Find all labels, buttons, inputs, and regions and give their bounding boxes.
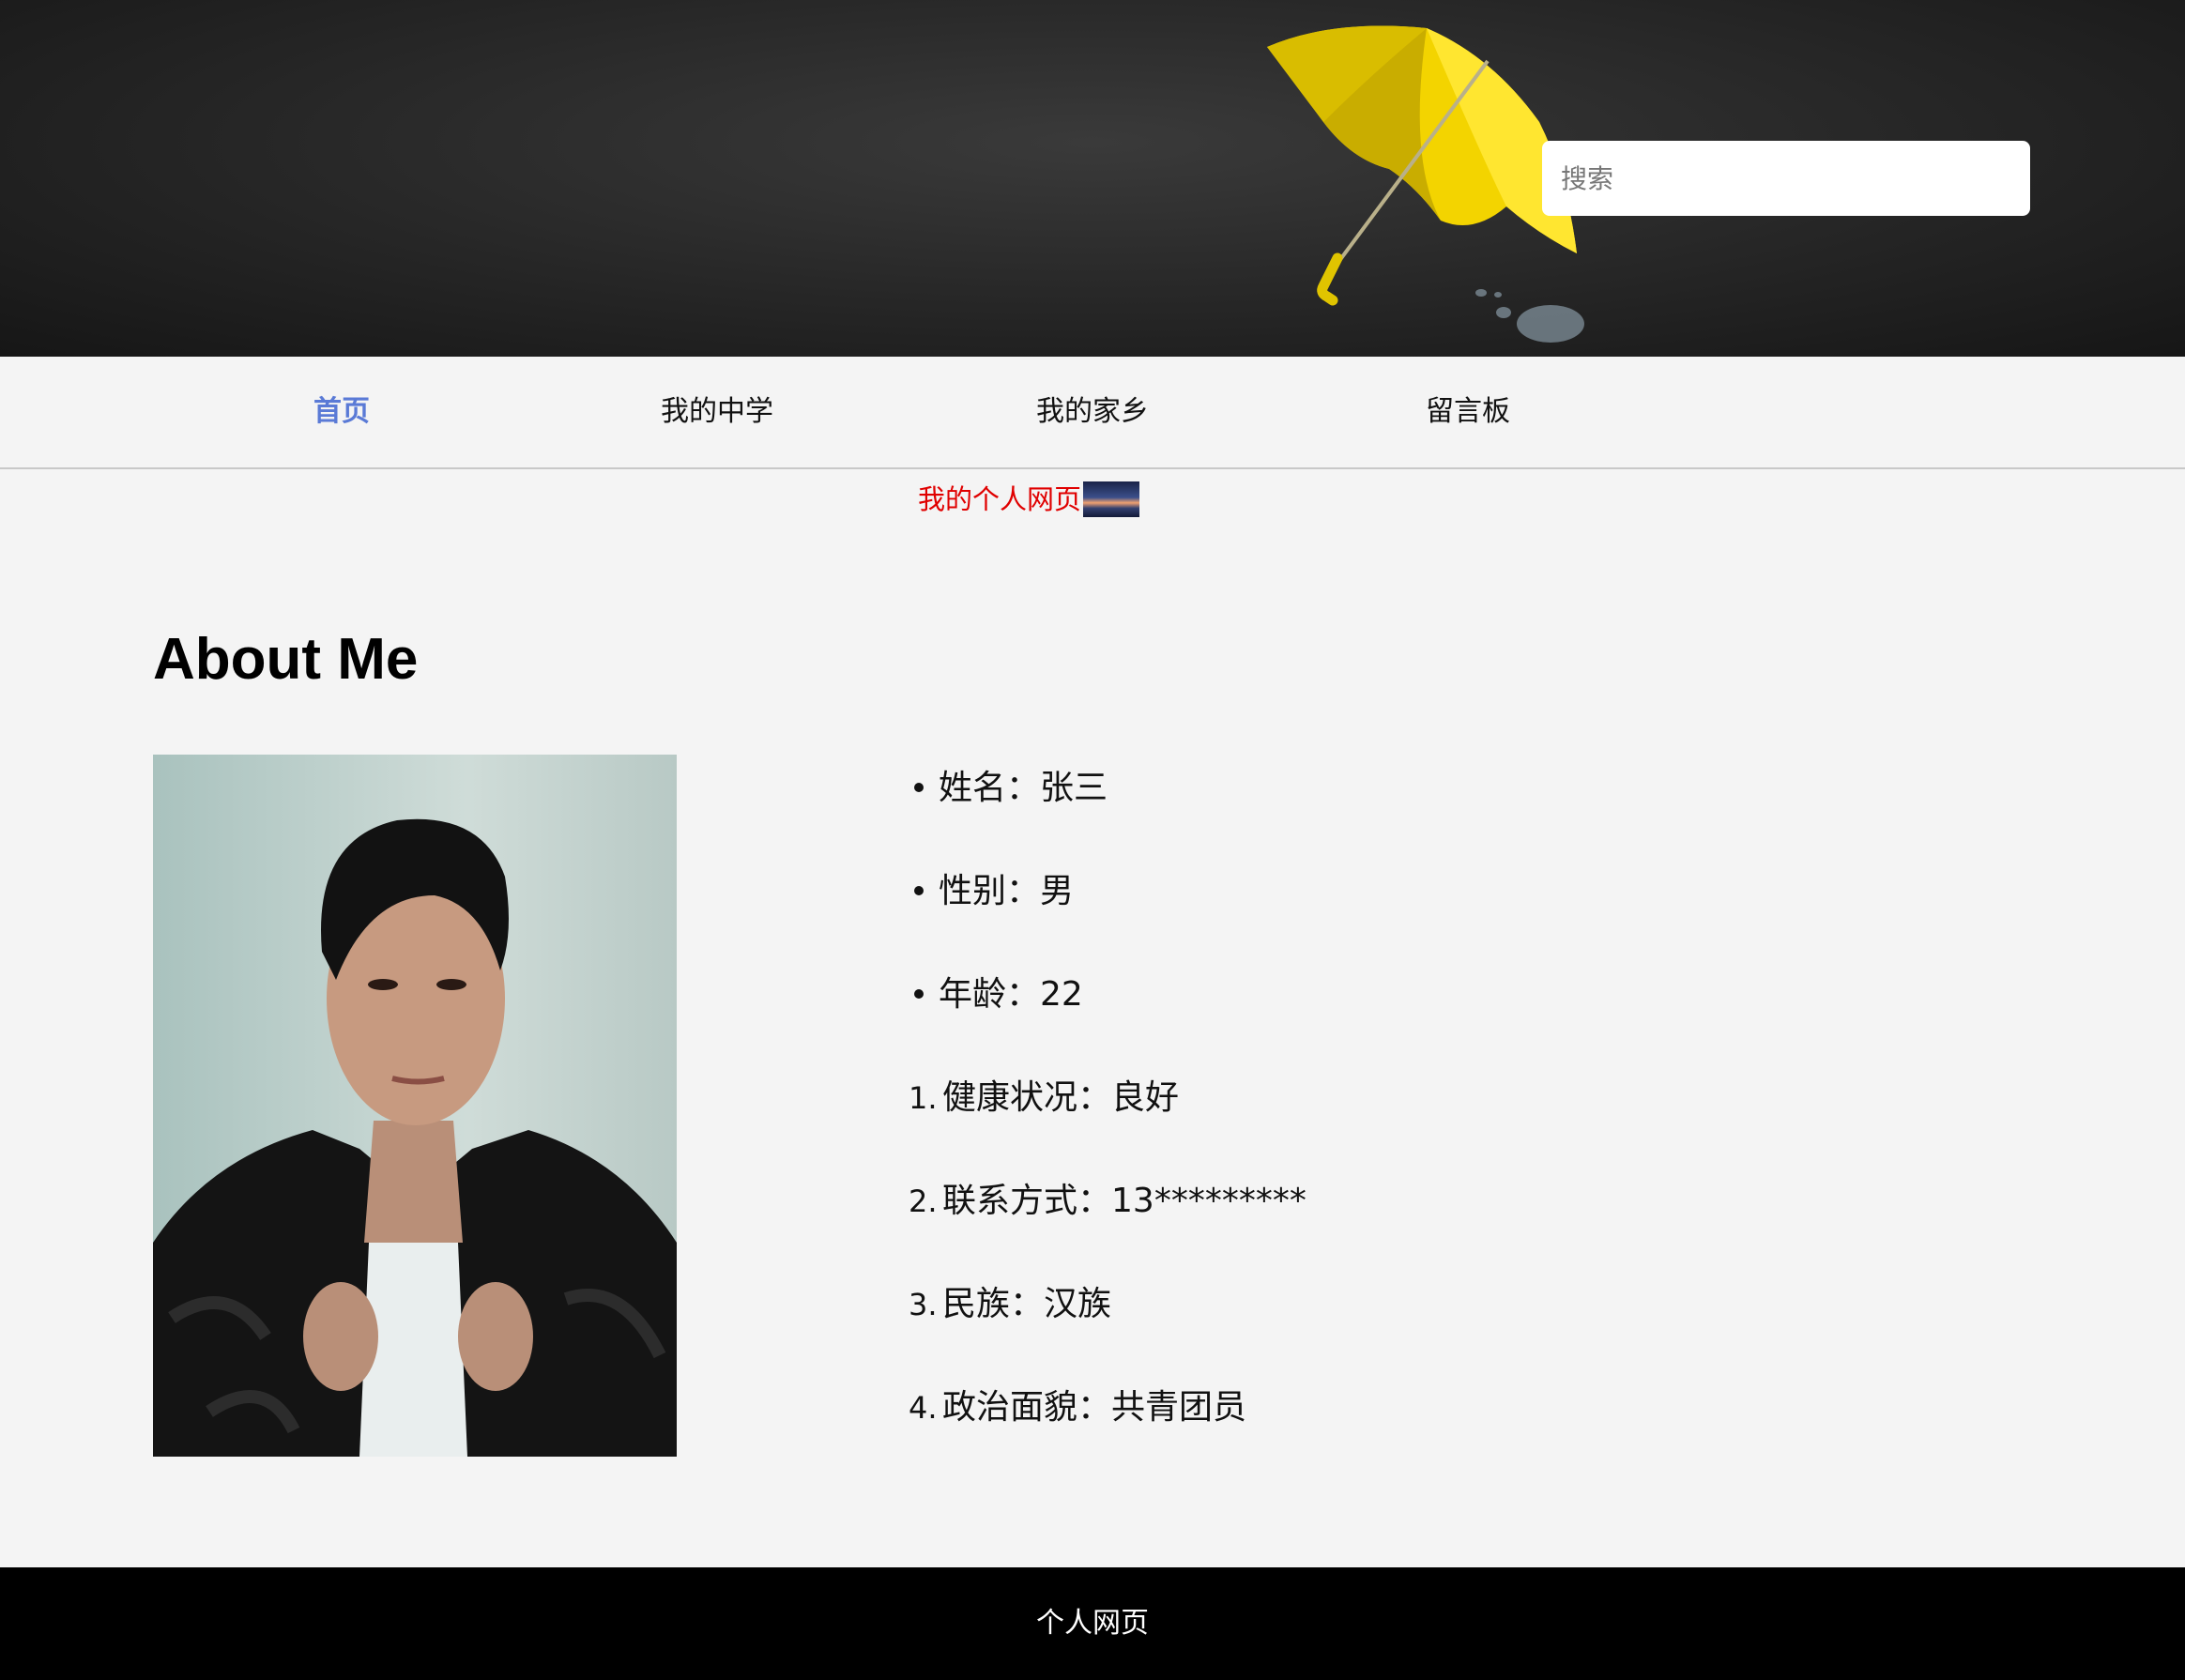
- profile-photo: [153, 755, 677, 1457]
- info-item-gender: 性别：男: [909, 854, 1306, 957]
- main-nav: 首页 我的中学 我的家乡 留言板: [0, 357, 2185, 469]
- header-banner: [0, 0, 2185, 357]
- info-list: 姓名：张三 性别：男 年龄：22 1. 健康状况：良好 2. 联系方式：13****…: [909, 751, 1306, 1474]
- page-footer: 个人网页: [0, 1567, 2185, 1680]
- nav-item-home[interactable]: 首页: [313, 357, 370, 467]
- info-item-health: 1. 健康状况：良好: [909, 1078, 1180, 1117]
- nav-item-message-board[interactable]: 留言板: [1426, 357, 1510, 467]
- about-title: About Me: [153, 627, 419, 692]
- bullet-dot: [914, 783, 924, 792]
- info-item-name: 姓名：张三: [909, 751, 1306, 854]
- bullet-dot: [914, 989, 924, 999]
- info-item-contact: 2. 联系方式：13*********: [909, 1182, 1306, 1220]
- subtitle-thumbnail: [1083, 481, 1140, 517]
- page-subtitle: 我的个人网页: [918, 481, 1140, 518]
- info-item-ethnicity: 3. 民族：汉族: [909, 1285, 1112, 1323]
- info-item-age: 年龄：22: [909, 957, 1306, 1061]
- search-input[interactable]: [1542, 141, 2030, 216]
- nav-item-middle-school[interactable]: 我的中学: [661, 357, 773, 467]
- info-item-political: 4. 政治面貌：共青团员: [909, 1388, 1247, 1427]
- subtitle-text: 我的个人网页: [918, 483, 1082, 515]
- bullet-dot: [914, 886, 924, 895]
- nav-item-hometown[interactable]: 我的家乡: [1036, 357, 1149, 467]
